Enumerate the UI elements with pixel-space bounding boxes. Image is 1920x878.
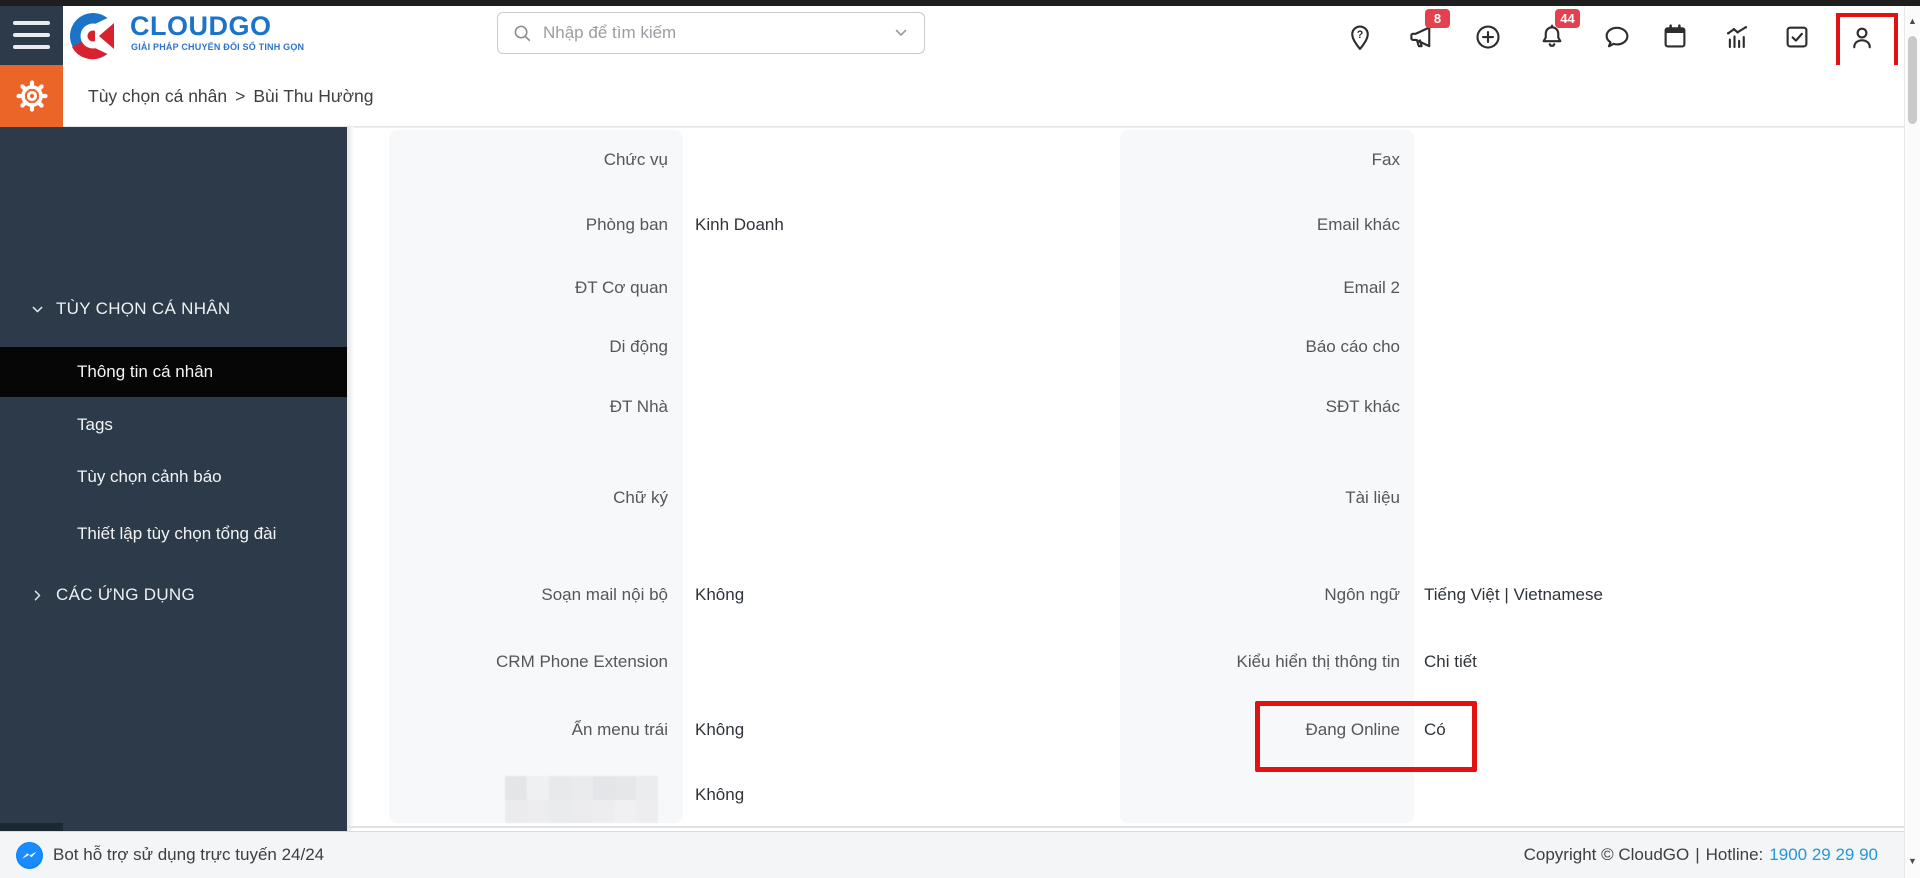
hotline-label: Hotline:	[1706, 845, 1764, 865]
form-label: Phòng ban	[403, 213, 668, 237]
breadcrumb-bar: Tùy chọn cá nhân > Bùi Thu Hường	[0, 65, 1920, 127]
form-label: Soạn mail nội bộ	[403, 583, 668, 607]
cloudgo-logo[interactable]: CLOUDGO GIẢI PHÁP CHUYỂN ĐỔI SỐ TINH GỌN	[68, 11, 308, 61]
check-square-icon[interactable]	[1780, 20, 1814, 54]
scrollbar-thumb[interactable]	[1908, 36, 1917, 124]
form-label: Kiểu hiển thị thông tin	[1135, 650, 1400, 674]
footer-separator: |	[1695, 845, 1699, 865]
settings-gear-button[interactable]	[0, 65, 63, 127]
logo-tagline: GIẢI PHÁP CHUYỂN ĐỔI SỐ TINH GỌN	[131, 42, 304, 52]
content-divider	[354, 127, 1904, 128]
form-label: Ẩn menu trái	[403, 718, 668, 742]
support-bot-link[interactable]: Bot hỗ trợ sử dụng trực tuyến 24/24	[16, 832, 324, 878]
chat-icon[interactable]	[1600, 20, 1634, 54]
breadcrumb-separator: >	[235, 86, 245, 107]
hamburger-bar	[13, 21, 50, 25]
page-root: CLOUDGO GIẢI PHÁP CHUYỂN ĐỔI SỐ TINH GỌN…	[0, 0, 1920, 878]
hamburger-bar	[13, 33, 50, 37]
form-label: SĐT khác	[1135, 395, 1400, 419]
form-label: Di động	[403, 335, 668, 359]
sidebar-item[interactable]: Tùy chọn cảnh báo	[0, 452, 347, 502]
form-label: Báo cáo cho	[1135, 335, 1400, 359]
sidebar-section-applications[interactable]: CÁC ỨNG DỤNG	[0, 570, 347, 620]
calendar-icon[interactable]	[1658, 20, 1692, 54]
notification-badge: 44	[1555, 9, 1580, 28]
search-dropdown-chevron-icon[interactable]	[892, 24, 910, 42]
redacted-label-block	[505, 776, 658, 823]
form-value: Chi tiết	[1424, 650, 1477, 674]
cloudgo-logo-icon	[68, 11, 118, 61]
search-input[interactable]	[541, 22, 892, 44]
form-label: ĐT Nhà	[403, 395, 668, 419]
messenger-icon	[16, 842, 43, 869]
annotation-box-online-field	[1255, 701, 1477, 772]
help-pin-icon[interactable]: ?	[1343, 20, 1377, 54]
svg-text:?: ?	[1357, 29, 1363, 41]
form-label: Email 2	[1135, 276, 1400, 300]
breadcrumb-item-options[interactable]: Tùy chọn cá nhân	[88, 86, 227, 107]
chart-icon[interactable]	[1720, 20, 1754, 54]
gear-icon	[14, 78, 50, 114]
form-value: Không	[695, 783, 744, 807]
form-label: Fax	[1135, 148, 1400, 172]
scroll-up-arrow[interactable]: ▲	[1905, 16, 1920, 26]
breadcrumb: Tùy chọn cá nhân > Bùi Thu Hường	[88, 65, 374, 127]
sidebar-item[interactable]: Thiết lập tùy chọn tổng đài	[0, 509, 347, 559]
sidebar: TÙY CHỌN CÁ NHÂN Thông tin cá nhânTagsTùy…	[0, 127, 347, 831]
sidebar-section-personal-options[interactable]: TÙY CHỌN CÁ NHÂN	[0, 284, 347, 334]
sidebar-section-label: CÁC ỨNG DỤNG	[56, 585, 195, 605]
chevron-down-icon	[30, 302, 45, 317]
form-label: Email khác	[1135, 213, 1400, 237]
form-label: Chữ ký	[403, 486, 668, 510]
hotline-number-link[interactable]: 1900 29 29 90	[1769, 845, 1878, 865]
form-value: Không	[695, 583, 744, 607]
global-search	[497, 12, 925, 54]
hamburger-menu-button[interactable]	[0, 6, 63, 65]
form-value: Tiếng Việt | Vietnamese	[1424, 583, 1603, 607]
form-label: Ngôn ngữ	[1135, 583, 1400, 607]
footer-copyright: Copyright © CloudGO | Hotline: 1900 29 2…	[1524, 832, 1878, 878]
copyright-text: Copyright © CloudGO	[1524, 845, 1690, 865]
bell-icon[interactable]: 44	[1535, 20, 1569, 54]
sidebar-shadow	[347, 127, 354, 831]
form-label: Chức vụ	[403, 148, 668, 172]
plus-icon[interactable]	[1471, 20, 1505, 54]
sidebar-item[interactable]: Thông tin cá nhân	[0, 347, 347, 397]
sidebar-item[interactable]: Tags	[0, 400, 347, 450]
form-label: CRM Phone Extension	[403, 650, 668, 674]
form-value: Kinh Doanh	[695, 213, 784, 237]
form-label: Tài liệu	[1135, 486, 1400, 510]
support-bot-text: Bot hỗ trợ sử dụng trực tuyến 24/24	[53, 845, 324, 865]
notification-badge: 8	[1425, 9, 1450, 28]
header-bar: CLOUDGO GIẢI PHÁP CHUYỂN ĐỔI SỐ TINH GỌN…	[0, 6, 1920, 65]
sidebar-section-label: TÙY CHỌN CÁ NHÂN	[56, 299, 231, 319]
content-bottom-divider	[347, 826, 1904, 828]
footer-bar: Bot hỗ trợ sử dụng trực tuyến 24/24 Copy…	[0, 831, 1920, 878]
hamburger-bar	[13, 45, 50, 49]
scroll-down-arrow[interactable]: ▼	[1905, 856, 1920, 866]
sidebar-collapse-handle[interactable]	[0, 823, 63, 831]
logo-text: CLOUDGO	[130, 11, 272, 42]
page-scrollbar[interactable]: ▲ ▼	[1904, 6, 1920, 878]
megaphone-icon[interactable]: 8	[1405, 20, 1439, 54]
search-icon	[511, 22, 533, 44]
chevron-right-icon	[30, 588, 45, 603]
breadcrumb-item-user: Bùi Thu Hường	[253, 86, 373, 107]
form-value: Không	[695, 718, 744, 742]
form-label: ĐT Cơ quan	[403, 276, 668, 300]
